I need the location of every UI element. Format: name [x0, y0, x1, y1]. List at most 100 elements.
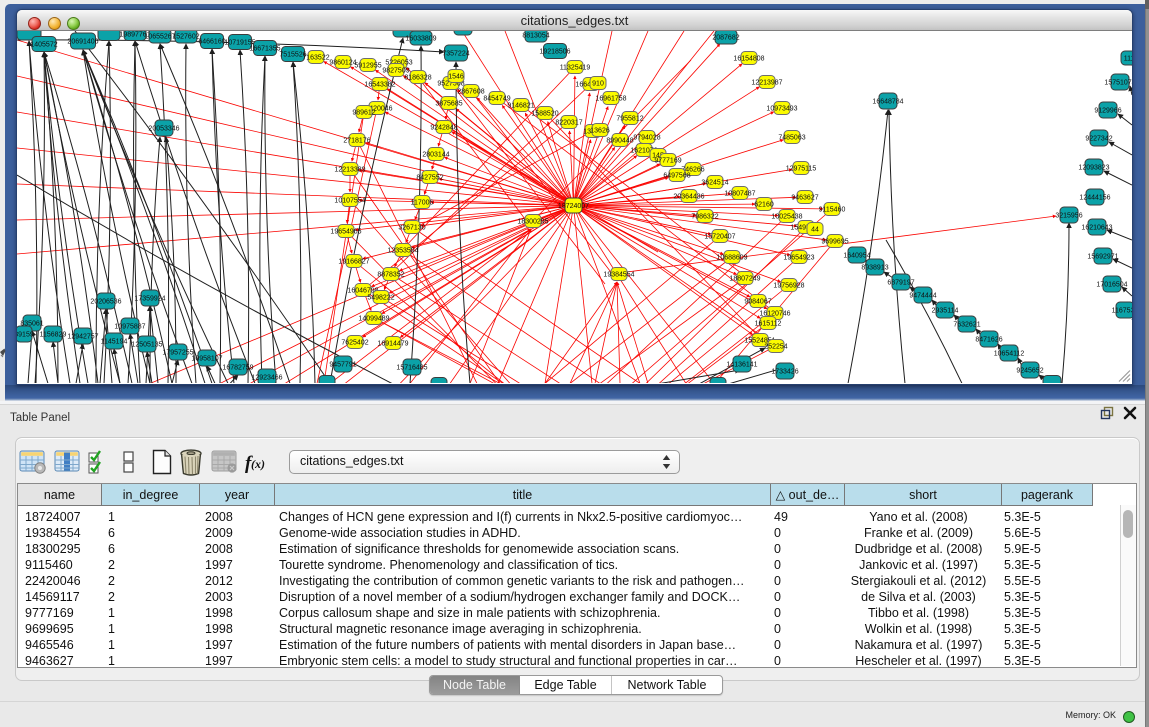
- svg-text:7163522: 7163522: [302, 54, 329, 61]
- svg-text:7485063: 7485063: [778, 134, 805, 141]
- svg-text:9794028: 9794028: [633, 134, 660, 141]
- svg-text:12444156: 12444156: [1079, 194, 1110, 201]
- svg-text:16154808: 16154808: [733, 55, 764, 62]
- svg-text:18807249: 18807249: [729, 275, 760, 282]
- svg-text:8471626: 8471626: [975, 336, 1002, 343]
- svg-text:9860124: 9860124: [329, 59, 356, 66]
- svg-text:6466160: 6466160: [198, 38, 225, 45]
- svg-text:20364436: 20364436: [673, 193, 704, 200]
- svg-text:10688609: 10688609: [716, 254, 747, 261]
- svg-text:18724007: 18724007: [558, 203, 589, 210]
- svg-text:20053346: 20053346: [148, 125, 179, 132]
- svg-text:19166827: 19166827: [338, 258, 369, 265]
- svg-text:9699695: 9699695: [821, 238, 848, 245]
- svg-text:9084067: 9084067: [744, 298, 771, 305]
- svg-text:989612: 989612: [352, 109, 375, 116]
- svg-text:1588520: 1588520: [531, 110, 558, 117]
- svg-text:7632621: 7632621: [953, 321, 980, 328]
- svg-text:910: 910: [592, 80, 604, 87]
- svg-text:6497568: 6497568: [663, 172, 690, 179]
- svg-text:11325419: 11325419: [560, 64, 591, 71]
- svg-text:1112: 1112: [1124, 55, 1132, 62]
- svg-text:16543382: 16543382: [364, 81, 395, 88]
- svg-text:18300295: 18300295: [517, 218, 548, 225]
- svg-text:3267130: 3267130: [398, 224, 425, 231]
- svg-text:1167533: 1167533: [1112, 307, 1132, 314]
- svg-text:16210643: 16210643: [1081, 224, 1112, 231]
- svg-text:2803144: 2803144: [422, 151, 449, 158]
- svg-text:19654965: 19654965: [330, 228, 361, 235]
- svg-text:8454749: 8454749: [483, 95, 510, 102]
- svg-text:1546: 1546: [448, 73, 464, 80]
- svg-text:19384554: 19384554: [603, 271, 634, 278]
- svg-text:252254: 252254: [764, 343, 787, 350]
- svg-text:8813054: 8813054: [522, 32, 549, 39]
- svg-text:10025438: 10025438: [771, 213, 802, 220]
- svg-text:117006: 117006: [411, 199, 434, 206]
- svg-text:14099489: 14099489: [358, 315, 389, 322]
- svg-text:9115460: 9115460: [819, 206, 846, 213]
- svg-text:8427552: 8427552: [416, 174, 443, 181]
- svg-text:10107554: 10107554: [334, 197, 365, 204]
- svg-text:9146821: 9146821: [507, 102, 534, 109]
- svg-text:12975115: 12975115: [786, 165, 817, 172]
- svg-text:9245652: 9245652: [1016, 367, 1043, 374]
- svg-text:20691406: 20691406: [67, 38, 98, 45]
- svg-text:16671355: 16671355: [249, 45, 280, 52]
- svg-text:12942757: 12942757: [67, 333, 98, 340]
- svg-text:16961758: 16961758: [595, 95, 626, 102]
- svg-text:9227342: 9227342: [1085, 135, 1112, 142]
- svg-text:7986322: 7986322: [691, 213, 718, 220]
- svg-text:6879197: 6879197: [887, 279, 914, 286]
- svg-text:15692971: 15692971: [1087, 253, 1118, 260]
- svg-text:19756928: 19756928: [773, 282, 804, 289]
- svg-text:2718176: 2718176: [343, 137, 370, 144]
- svg-text:15716485: 15716485: [396, 364, 427, 371]
- svg-text:10958107: 10958107: [191, 355, 222, 362]
- svg-text:8220317: 8220317: [555, 119, 582, 126]
- svg-text:9777169: 9777169: [654, 157, 681, 164]
- svg-text:44: 44: [811, 226, 819, 233]
- svg-text:12353594: 12353594: [387, 247, 418, 254]
- svg-text:8938913: 8938913: [861, 264, 888, 271]
- svg-text:12093823: 12093823: [1078, 164, 1109, 171]
- svg-text:10654112: 10654112: [994, 350, 1025, 357]
- svg-text:9457791: 9457791: [329, 361, 356, 368]
- svg-text:10975887: 10975887: [114, 323, 145, 330]
- svg-text:8878352: 8878352: [377, 271, 404, 278]
- svg-text:3624514: 3624514: [701, 179, 728, 186]
- svg-text:2935114: 2935114: [932, 307, 959, 314]
- svg-text:9242848: 9242848: [430, 124, 457, 131]
- svg-text:5912955: 5912955: [354, 62, 381, 69]
- svg-text:16648784: 16648784: [872, 98, 903, 105]
- svg-text:1733426: 1733426: [771, 368, 798, 375]
- svg-text:8990448: 8990448: [606, 137, 633, 144]
- svg-text:10973493: 10973493: [766, 105, 797, 112]
- svg-text:15720407: 15720407: [704, 233, 735, 240]
- svg-text:15751074: 15751074: [1104, 79, 1132, 86]
- svg-text:10655267: 10655267: [144, 33, 175, 40]
- svg-text:(x): (x): [251, 457, 265, 471]
- svg-text:8186328: 8186328: [404, 74, 431, 81]
- svg-text:16914479: 16914479: [377, 340, 408, 347]
- svg-text:19654923: 19654923: [783, 254, 814, 261]
- svg-text:10807487: 10807487: [724, 190, 755, 197]
- svg-text:17957255: 17957255: [162, 349, 193, 356]
- svg-text:19218506: 19218506: [539, 48, 570, 55]
- svg-text:2087682: 2087682: [712, 34, 739, 41]
- svg-text:9827509: 9827509: [382, 67, 409, 74]
- svg-text:62160: 62160: [754, 201, 774, 208]
- svg-text:1156829: 1156829: [40, 331, 67, 338]
- svg-text:1405572: 1405572: [30, 41, 57, 48]
- svg-text:7357224: 7357224: [442, 50, 469, 57]
- svg-text:1640954: 1640954: [843, 252, 870, 259]
- svg-text:12505135: 12505135: [131, 341, 162, 348]
- svg-text:7955812: 7955812: [616, 115, 643, 122]
- svg-text:12923466: 12923466: [251, 374, 282, 381]
- svg-text:2867608: 2867608: [457, 88, 484, 95]
- svg-text:9463627: 9463627: [791, 194, 818, 201]
- svg-text:13626: 13626: [590, 127, 610, 134]
- svg-text:20206536: 20206536: [90, 298, 121, 305]
- svg-text:16782759: 16782759: [222, 364, 253, 371]
- svg-text:5498222: 5498222: [367, 294, 394, 301]
